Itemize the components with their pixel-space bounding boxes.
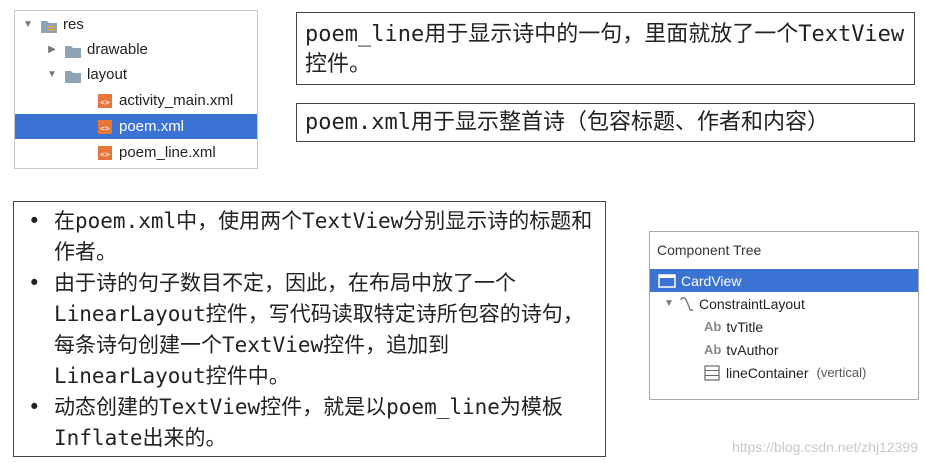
watermark: https://blog.csdn.net/zhj12399: [731, 439, 918, 455]
component-label: CardView: [681, 272, 742, 289]
tree-item-drawable[interactable]: ▶ drawable: [15, 37, 257, 62]
xml-file-icon: <>: [97, 119, 113, 134]
constraint-layout-icon: [679, 296, 695, 311]
folder-icon: [65, 44, 81, 58]
explanation-list: • 在poem.xml中，使用两个TextView分别显示诗的标题和作者。 • …: [13, 201, 606, 457]
component-tree-title: Component Tree: [657, 242, 762, 258]
expand-arrow-icon[interactable]: ▶: [47, 44, 57, 55]
xml-file-icon: <>: [97, 145, 113, 160]
collapse-arrow-icon[interactable]: ▼: [23, 19, 33, 30]
list-item-text: 在poem.xml中，使用两个TextView分别显示诗的标题和作者。: [54, 209, 593, 264]
textview-icon: Ab: [704, 319, 722, 334]
list-item: • 在poem.xml中，使用两个TextView分别显示诗的标题和作者。: [24, 206, 597, 268]
tree-item-poem-xml[interactable]: <> poem.xml: [15, 114, 257, 139]
component-label: tvTitle: [726, 318, 764, 335]
collapse-arrow-icon[interactable]: ▼: [47, 69, 57, 80]
bullet-icon: •: [28, 209, 41, 233]
tree-item-activity-main-xml[interactable]: <> activity_main.xml: [15, 88, 257, 113]
component-label: lineContainer: [726, 364, 809, 381]
bullet-icon: •: [28, 395, 41, 419]
resources-folder-icon: [41, 19, 57, 33]
poem-xml-note: poem.xml用于显示整首诗（包容标题、作者和内容）: [296, 103, 915, 142]
xml-file-icon: <>: [97, 93, 113, 108]
linear-layout-icon: [704, 364, 720, 381]
component-tree-panel: Component Tree CardView ▼ ConstraintLayo…: [649, 231, 919, 400]
poem-line-note: poem_line用于显示诗中的一句，里面就放了一个TextView控件。: [296, 12, 915, 85]
tree-item-label: activity_main.xml: [119, 92, 234, 109]
tree-item-label: poem.xml: [119, 118, 185, 135]
svg-text:<>: <>: [100, 124, 110, 133]
tree-item-label: res: [63, 16, 84, 33]
project-tree: ▼ res ▶ drawable ▼ layout <> activity_ma…: [14, 10, 258, 169]
poem-xml-description: poem.xml用于显示整首诗（包容标题、作者和内容）: [305, 110, 829, 135]
list-item-text: 由于诗的句子数目不定，因此，在布局中放了一个LinearLayout控件，写代码…: [54, 271, 584, 388]
component-linecontainer[interactable]: lineContainer (vertical): [650, 361, 918, 384]
collapse-arrow-icon[interactable]: ▼: [664, 298, 674, 309]
component-tvauthor[interactable]: Ab tvAuthor: [650, 338, 918, 361]
cardview-icon: [658, 273, 676, 288]
component-cardview[interactable]: CardView: [650, 269, 918, 292]
svg-text:<>: <>: [100, 150, 110, 159]
tree-item-label: poem_line.xml: [119, 144, 216, 161]
tree-item-res[interactable]: ▼ res: [15, 12, 257, 37]
list-item: • 动态创建的TextView控件，就是以poem_line为模板Inflate…: [24, 392, 597, 454]
tree-item-layout[interactable]: ▼ layout: [15, 62, 257, 87]
component-label: ConstraintLayout: [699, 295, 805, 312]
textview-icon: Ab: [704, 342, 722, 357]
poem-line-description: poem_line用于显示诗中的一句，里面就放了一个TextView控件。: [305, 22, 905, 77]
list-item: • 由于诗的句子数目不定，因此，在布局中放了一个LinearLayout控件，写…: [24, 268, 597, 392]
list-item-text: 动态创建的TextView控件，就是以poem_line为模板Inflate出来…: [54, 395, 563, 450]
folder-icon: [65, 69, 81, 83]
component-constraintlayout[interactable]: ▼ ConstraintLayout: [650, 292, 918, 315]
tree-item-label: drawable: [87, 41, 148, 58]
component-tvtitle[interactable]: Ab tvTitle: [650, 315, 918, 338]
orientation-note: (vertical): [816, 365, 867, 380]
svg-text:<>: <>: [100, 98, 110, 107]
bullet-icon: •: [28, 271, 41, 295]
tree-item-label: layout: [87, 66, 128, 83]
component-label: tvAuthor: [726, 341, 779, 358]
tree-item-poem-line-xml[interactable]: <> poem_line.xml: [15, 140, 257, 165]
